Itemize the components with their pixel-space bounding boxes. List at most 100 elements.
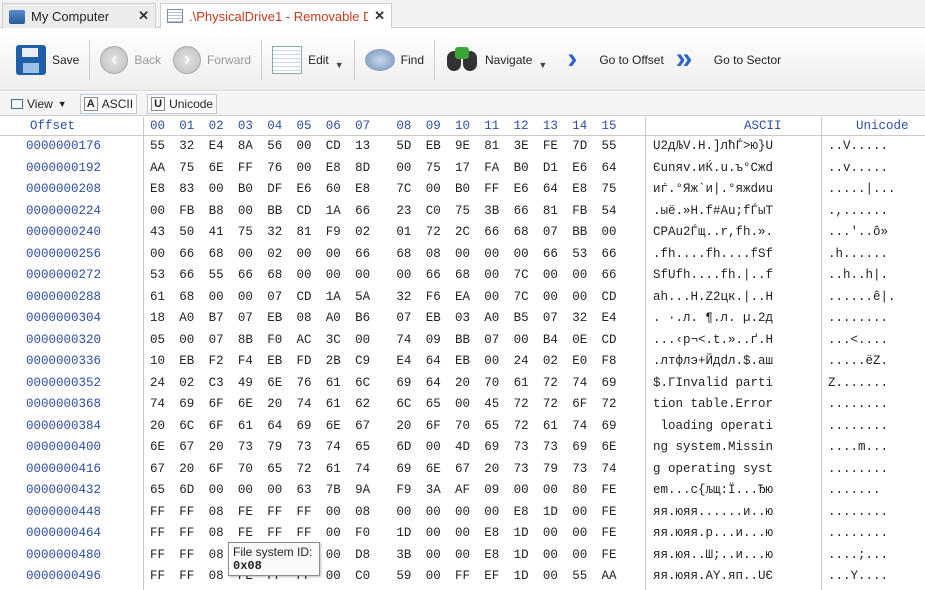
hex-byte[interactable]: B0 (238, 180, 258, 199)
hex-byte[interactable]: FD (297, 352, 317, 371)
hex-byte[interactable]: E6 (297, 180, 317, 199)
hex-byte[interactable]: 20 (150, 417, 170, 436)
hex-byte[interactable]: 00 (209, 180, 229, 199)
hex-byte[interactable]: 68 (514, 223, 534, 242)
hex-byte[interactable]: FF (484, 180, 504, 199)
hex-byte[interactable]: 6D (179, 481, 199, 500)
hex-byte[interactable]: 74 (355, 460, 375, 479)
hex-byte[interactable]: 6F (209, 395, 229, 414)
hex-byte[interactable]: 00 (238, 245, 258, 264)
hex-byte[interactable]: 53 (150, 266, 170, 285)
hex-byte[interactable]: 00 (297, 159, 317, 178)
hex-byte[interactable]: 6E (209, 159, 229, 178)
hex-byte[interactable]: 83 (179, 180, 199, 199)
hex-byte[interactable]: 6E (602, 438, 622, 457)
hex-byte[interactable]: E4 (602, 309, 622, 328)
hex-byte[interactable]: B6 (355, 309, 375, 328)
hex-byte[interactable]: E8 (355, 180, 375, 199)
row-offset[interactable]: 0000000464 (26, 524, 101, 543)
hex-byte[interactable]: DF (267, 180, 287, 199)
hex-byte[interactable]: 0E (572, 331, 592, 350)
hex-byte[interactable]: 68 (455, 266, 475, 285)
hex-byte[interactable]: 00 (150, 245, 170, 264)
hex-byte[interactable]: FE (238, 503, 258, 522)
hex-byte[interactable]: 55 (602, 137, 622, 156)
hex-byte[interactable]: 00 (543, 567, 563, 586)
hex-byte[interactable]: 69 (602, 374, 622, 393)
hex-byte[interactable]: 72 (514, 395, 534, 414)
hex-byte[interactable]: FF (179, 567, 199, 586)
hex-byte[interactable]: 00 (484, 352, 504, 371)
row-offset[interactable]: 0000000496 (26, 567, 101, 586)
hex-byte[interactable]: 08 (209, 567, 229, 586)
hex-byte[interactable]: D1 (543, 159, 563, 178)
unicode-text[interactable]: .,...... (828, 202, 922, 221)
hex-byte[interactable]: 64 (267, 417, 287, 436)
unicode-text[interactable]: ........ (828, 503, 922, 522)
hex-byte[interactable]: 9A (355, 481, 375, 500)
hex-byte[interactable]: 7D (572, 137, 592, 156)
hex-byte[interactable]: 81 (484, 137, 504, 156)
hex-byte[interactable]: 54 (602, 202, 622, 221)
hex-byte[interactable]: 41 (209, 223, 229, 242)
hex-byte[interactable]: 01 (396, 223, 416, 242)
ascii-text[interactable]: иѓ.°Яж`и|.°яжdиu (653, 180, 819, 199)
hex-byte[interactable]: 24 (150, 374, 170, 393)
hex-byte[interactable]: FE (238, 524, 258, 543)
row-offset[interactable]: 0000000448 (26, 503, 101, 522)
hex-byte[interactable]: 3B (484, 202, 504, 221)
hex-byte[interactable]: 02 (355, 223, 375, 242)
hex-byte[interactable]: FF (267, 524, 287, 543)
hex-byte[interactable]: EB (267, 352, 287, 371)
unicode-text[interactable]: ...<.... (828, 331, 922, 350)
hex-byte[interactable]: 00 (484, 245, 504, 264)
hex-byte[interactable]: E8 (484, 546, 504, 565)
hex-byte[interactable]: 2C (455, 223, 475, 242)
hex-byte[interactable]: 03 (455, 309, 475, 328)
hex-byte[interactable]: 07 (484, 331, 504, 350)
hex-byte[interactable]: 65 (484, 417, 504, 436)
hex-byte[interactable]: D8 (355, 546, 375, 565)
hex-byte[interactable]: 02 (267, 245, 287, 264)
hex-byte[interactable]: AC (297, 331, 317, 350)
hex-byte[interactable]: AF (455, 481, 475, 500)
hex-byte[interactable]: 74 (602, 460, 622, 479)
hex-byte[interactable]: 00 (543, 481, 563, 500)
unicode-toggle[interactable]: U Unicode (147, 93, 218, 114)
hex-byte[interactable]: F6 (426, 288, 446, 307)
hex-byte[interactable]: 6E (238, 395, 258, 414)
hex-byte[interactable]: 6E (426, 460, 446, 479)
hex-byte[interactable]: EA (455, 288, 475, 307)
hex-byte[interactable]: 69 (396, 374, 416, 393)
hex-byte[interactable]: 63 (297, 481, 317, 500)
hex-byte[interactable]: 6E (326, 417, 346, 436)
hex-byte[interactable]: E8 (484, 524, 504, 543)
hex-byte[interactable]: 69 (484, 438, 504, 457)
hex-byte[interactable]: 00 (514, 481, 534, 500)
row-offset[interactable]: 0000000384 (26, 417, 101, 436)
tab-my-computer[interactable]: My Computer ✕ (2, 3, 156, 28)
hex-byte[interactable]: 72 (426, 223, 446, 242)
hex-byte[interactable]: 76 (297, 374, 317, 393)
unicode-text[interactable]: ......ê|. (828, 288, 922, 307)
hex-byte[interactable]: 50 (179, 223, 199, 242)
hex-byte[interactable]: C0 (355, 567, 375, 586)
hex-byte[interactable]: B5 (514, 309, 534, 328)
hex-byte[interactable]: 66 (179, 245, 199, 264)
hex-byte[interactable]: 9E (455, 137, 475, 156)
hex-byte[interactable]: 00 (572, 546, 592, 565)
hex-byte[interactable]: 67 (179, 438, 199, 457)
hex-byte[interactable]: 69 (572, 438, 592, 457)
row-offset[interactable]: 0000000208 (26, 180, 101, 199)
hex-byte[interactable]: 72 (602, 395, 622, 414)
row-offset[interactable]: 0000000320 (26, 331, 101, 350)
hex-byte[interactable]: 73 (572, 460, 592, 479)
ascii-text[interactable]: яя.юяя......и..ю (653, 503, 819, 522)
ascii-text[interactable]: em...c{љщ:Ї...Ђю (653, 481, 819, 500)
hex-byte[interactable]: 08 (426, 245, 446, 264)
row-offset[interactable]: 0000000256 (26, 245, 101, 264)
row-offset[interactable]: 0000000240 (26, 223, 101, 242)
hex-byte[interactable]: 00 (396, 266, 416, 285)
hex-byte[interactable]: 00 (238, 202, 258, 221)
hex-byte[interactable]: 00 (455, 245, 475, 264)
